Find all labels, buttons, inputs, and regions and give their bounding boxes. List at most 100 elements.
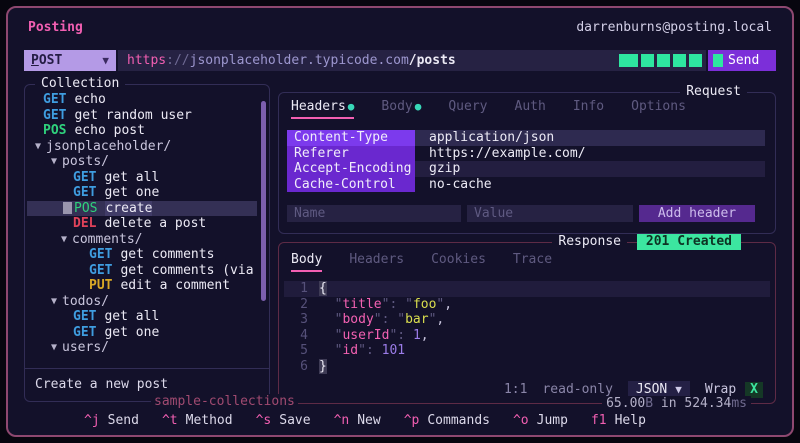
tab-request-query[interactable]: Query — [448, 99, 487, 119]
folder-label: users/ — [62, 340, 109, 356]
code-line: 5 "id": 101 — [284, 343, 770, 359]
code-line-content: "body": "bar", — [319, 312, 444, 328]
send-activity-icon — [713, 54, 723, 67]
code-token: { — [319, 281, 327, 296]
method-select-value: POST — [31, 53, 102, 68]
method-select[interactable]: POST ▼ — [24, 50, 116, 71]
collection-item-get-all[interactable]: GETget all — [27, 170, 257, 186]
url-scheme: https — [127, 53, 166, 68]
tab-label: Trace — [513, 252, 552, 267]
response-body-editor[interactable]: 1{2 "title": "foo",3 "body": "bar",4 "us… — [284, 281, 770, 374]
tab-request-headers[interactable]: Headers● — [291, 99, 354, 119]
header-row[interactable]: Refererhttps://example.com/ — [287, 146, 765, 162]
tab-label: Headers — [349, 252, 404, 267]
footer-binding-method[interactable]: ^tMethod — [162, 413, 233, 428]
tab-label: Options — [631, 99, 686, 114]
collection-item-get-one[interactable]: GETget one — [27, 325, 257, 341]
footer-binding-commands[interactable]: ^pCommands — [404, 413, 490, 428]
collection-folder-todos[interactable]: ▼todos/ — [27, 294, 257, 310]
header-row[interactable]: Cache-Controlno-cache — [287, 177, 765, 193]
footer-binding-new[interactable]: ^nNew — [334, 413, 381, 428]
collection-item-create[interactable]: POScreate — [27, 201, 257, 217]
key-action-label: Commands — [427, 413, 490, 428]
tab-response-headers[interactable]: Headers — [349, 252, 404, 272]
collection-item-get-comments-via[interactable]: GETget comments (via — [27, 263, 257, 279]
collection-folder-comments[interactable]: ▼ comments/ — [27, 232, 257, 248]
folder-label: comments/ — [72, 232, 142, 248]
request-label: delete a post — [104, 216, 206, 232]
tab-request-body[interactable]: Body● — [381, 99, 421, 119]
tab-response-trace[interactable]: Trace — [513, 252, 552, 272]
tab-response-body[interactable]: Body — [291, 252, 322, 272]
header-value-cell: gzip — [415, 161, 460, 177]
footer-binding-jump[interactable]: ^oJump — [513, 413, 568, 428]
wrap-label: Wrap — [705, 382, 736, 397]
request-label: edit a comment — [120, 278, 230, 294]
triangle-down-icon: ▼ — [35, 139, 41, 155]
footer-keybindings: ^jSend ^tMethod ^sSave ^nNew ^pCommands ^oJum… — [84, 413, 646, 428]
collection-item-echo[interactable]: GETecho — [27, 92, 257, 108]
key-action-label: Send — [108, 413, 139, 428]
activity-indicator — [619, 54, 702, 67]
footer-binding-help[interactable]: f1 Help — [591, 413, 646, 428]
code-token: , — [421, 328, 429, 343]
folder-label: posts/ — [62, 154, 109, 170]
header-row[interactable]: Accept-Encodinggzip — [287, 161, 765, 177]
editor-mode: read-only — [542, 382, 612, 397]
folder-label: todos/ — [62, 294, 109, 310]
collection-folder-users[interactable]: ▼ users/ — [27, 340, 257, 356]
add-header-button[interactable]: Add header — [639, 205, 755, 222]
code-line-content: "id": 101 — [319, 343, 405, 359]
request-label: create — [105, 201, 152, 217]
activity-block — [657, 54, 670, 67]
send-button[interactable]: Send — [708, 50, 776, 71]
collection-item-edit-a-comment[interactable]: PUTedit a comment — [27, 278, 257, 294]
header-value-cell: https://example.com/ — [415, 146, 586, 162]
code-token — [319, 343, 335, 358]
collection-tree[interactable]: GETechoGETget random userPOSecho post▼js… — [27, 92, 257, 357]
collection-item-get-all[interactable]: GETget all — [27, 309, 257, 325]
method-badge: GET — [73, 309, 96, 325]
key-action-label: Help — [615, 413, 646, 428]
tab-response-cookies[interactable]: Cookies — [431, 252, 486, 272]
code-token — [319, 328, 335, 343]
request-label: echo post — [74, 123, 144, 139]
code-token: , — [444, 297, 452, 312]
code-line-content: "userId": 1, — [319, 328, 429, 344]
triangle-down-icon: ▼ — [61, 232, 67, 248]
collection-folder-posts[interactable]: ▼posts/ — [27, 154, 257, 170]
stats-joiner: in — [653, 396, 684, 411]
method-badge: GET — [89, 263, 112, 279]
header-name-cell: Accept-Encoding — [287, 161, 415, 177]
collection-item-echo-post[interactable]: POSecho post — [27, 123, 257, 139]
collection-item-get-comments[interactable]: GETget comments — [27, 247, 257, 263]
collection-item-get-random-user[interactable]: GETget random user — [27, 108, 257, 124]
collection-folder-jsonplaceholder[interactable]: ▼jsonplaceholder/ — [27, 139, 257, 155]
code-token: userId — [342, 328, 389, 343]
header-value-input[interactable] — [467, 205, 633, 222]
key-shortcut: f1 — [591, 413, 607, 428]
code-token: , — [436, 312, 444, 327]
triangle-down-icon: ▼ — [51, 340, 57, 356]
header-name-input[interactable] — [287, 205, 461, 222]
tab-label: Auth — [515, 99, 546, 114]
url-input[interactable]: https://jsonplaceholder.typicode.com/pos… — [118, 50, 706, 71]
user-email: darrenburns@posting.local — [576, 20, 772, 35]
header-row[interactable]: Content-Typeapplication/json — [287, 130, 765, 146]
response-tabs: Body Headers Cookies Trace — [291, 252, 552, 272]
tab-request-info[interactable]: Info — [573, 99, 604, 119]
collection-item-delete-a-post[interactable]: DELdelete a post — [27, 216, 257, 232]
request-panel-title: Request — [680, 84, 747, 100]
tab-request-auth[interactable]: Auth — [515, 99, 546, 119]
cursor-position: 1:1 — [504, 382, 527, 397]
request-label: get comments — [120, 247, 214, 263]
code-token: foo — [413, 297, 436, 312]
collection-item-get-one[interactable]: GETget one — [27, 185, 257, 201]
tab-request-options[interactable]: Options — [631, 99, 686, 119]
selection-cursor — [63, 202, 72, 214]
header-name-cell: Content-Type — [287, 130, 415, 146]
footer-binding-send[interactable]: ^jSend — [84, 413, 139, 428]
header-name-cell: Cache-Control — [287, 177, 415, 193]
collection-scrollbar[interactable] — [261, 101, 266, 301]
footer-binding-save[interactable]: ^sSave — [256, 413, 311, 428]
